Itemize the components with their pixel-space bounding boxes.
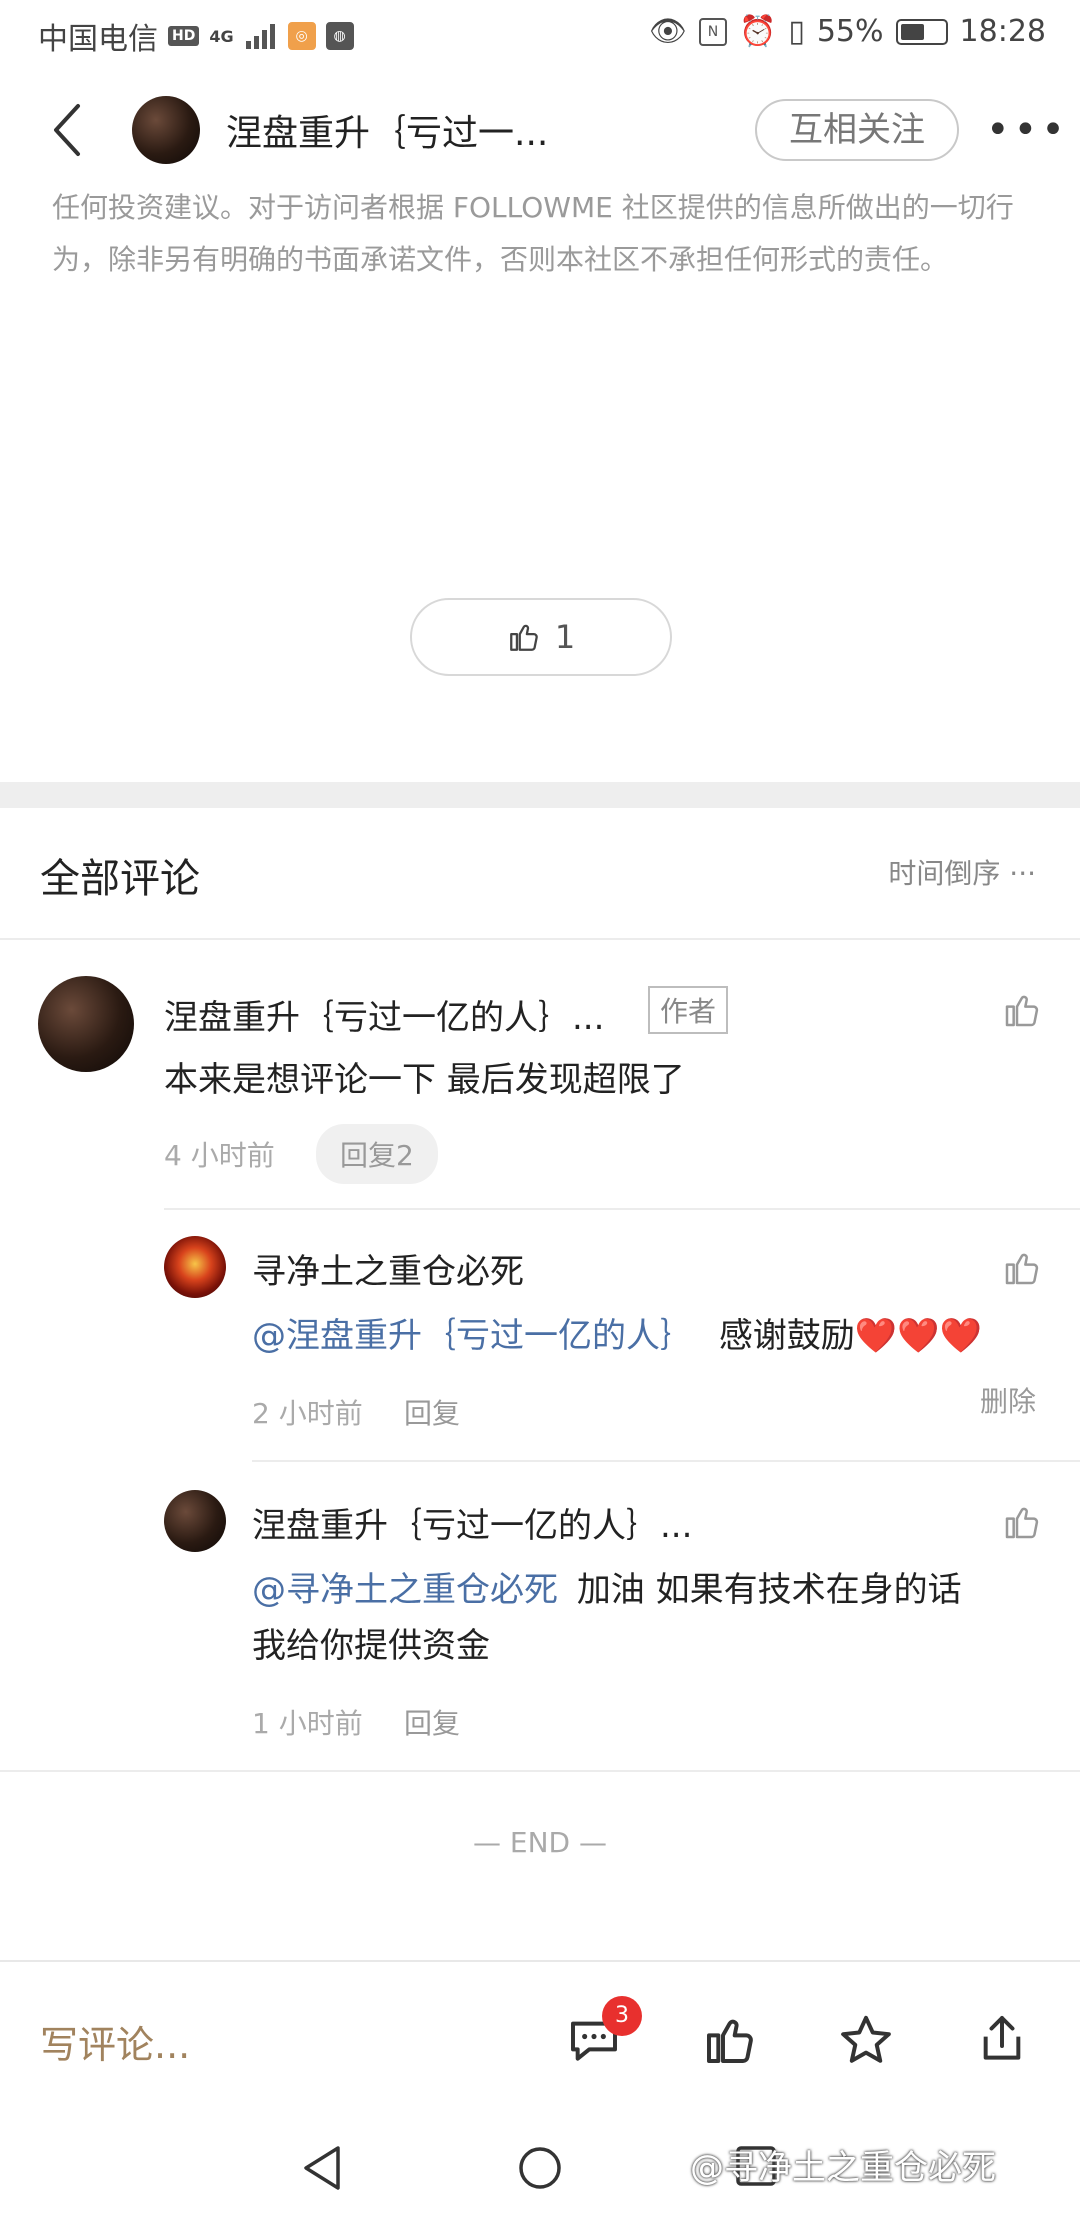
battery-icon (895, 18, 948, 45)
app-notification-icon: ◎ (287, 22, 316, 50)
mention-link[interactable]: @寻净土之重仓必死 (252, 1570, 558, 1610)
reply-time: 1 小时前 (252, 1707, 363, 1740)
page-title[interactable]: 涅盘重升｛亏过一... (226, 104, 548, 156)
reply-like-icon[interactable] (1002, 1502, 1042, 1542)
battery-level (900, 23, 924, 40)
end-marker: — END — (473, 1826, 607, 1859)
status-right: 👁 N ⏰ ▯ 55% 18:28 (649, 14, 1046, 49)
comment-avatar[interactable] (38, 976, 134, 1072)
reply-author[interactable]: 涅盘重升｛亏过一亿的人｝... (252, 1498, 692, 1547)
app-notification-icon-2: ◍ (325, 22, 354, 50)
reply-avatar[interactable] (164, 1490, 226, 1552)
carrier-label: 中国电信 (38, 22, 158, 57)
status-left: 中国电信 HD 4G ◎ ◍ (38, 14, 354, 58)
sort-selector[interactable]: 时间倒序 ··· (888, 852, 1036, 892)
like-count: 1 (554, 618, 576, 656)
more-options-icon[interactable]: ••• (986, 110, 1069, 150)
comment-like-icon[interactable] (1002, 990, 1042, 1030)
hd-icon: HD (168, 26, 200, 46)
reply-text-line2: 我给你提供资金 (252, 1626, 490, 1666)
back-arrow-icon[interactable] (48, 102, 88, 158)
star-icon[interactable] (838, 2012, 894, 2068)
reply-button[interactable]: 回复 (404, 1392, 460, 1432)
bottom-action-bar: 写评论... 3 (0, 1960, 1080, 2114)
article-like-button[interactable]: 1 (410, 598, 672, 676)
comment-count-badge: 3 (602, 1996, 642, 2036)
more-icon: ··· (1009, 857, 1036, 890)
reply-button[interactable]: 回复 (404, 1702, 460, 1742)
battery-percent: 55% (816, 14, 884, 49)
share-icon[interactable] (974, 2010, 1030, 2068)
reply-text: @寻净土之重仓必死 加油 如果有技术在身的话 (252, 1562, 962, 1618)
nfc-icon: N (698, 17, 727, 46)
nav-home-icon[interactable] (516, 2144, 564, 2192)
mention-link[interactable]: @涅盘重升｛亏过一亿的人｝ (252, 1316, 694, 1356)
comments-title: 全部评论 (40, 856, 200, 902)
write-comment-input[interactable]: 写评论... (40, 2014, 190, 2069)
top-app-bar: 涅盘重升｛亏过一... 互相关注 ••• (0, 64, 1080, 192)
divider (252, 1460, 1080, 1462)
watermark-text: @寻净土之重仓必死 (690, 2148, 996, 2188)
comment-text: 本来是想评论一下 最后发现超限了 (164, 1060, 685, 1100)
author-badge: 作者 (648, 986, 729, 1034)
avatar[interactable] (132, 96, 200, 164)
divider (164, 1208, 1080, 1210)
reply-author[interactable]: 寻净土之重仓必死 (252, 1244, 524, 1293)
eye-icon: 👁 (648, 14, 687, 49)
sort-label: 时间倒序 (888, 857, 1001, 890)
status-bar: 中国电信 HD 4G ◎ ◍ 👁 N ⏰ ▯ 55% 18:28 (0, 0, 1080, 64)
reply-like-icon[interactable] (1002, 1248, 1042, 1288)
reply-avatar[interactable] (164, 1236, 226, 1298)
signal-icon (245, 24, 275, 49)
nav-back-icon[interactable] (300, 2144, 344, 2192)
disclaimer-text: 任何投资建议。对于访问者根据 FOLLOWME 社区提供的信息所做出的一切行为，… (52, 191, 1014, 276)
thumbs-up-icon (509, 624, 538, 651)
section-divider (0, 782, 1080, 808)
reply-body: 感谢鼓励❤️❤️❤️ (718, 1316, 982, 1356)
comment-author[interactable]: 涅盘重升｛亏过一亿的人｝... (164, 990, 604, 1039)
reply-body: 加油 如果有技术在身的话 (576, 1570, 962, 1610)
reply-text: @涅盘重升｛亏过一亿的人｝ 感谢鼓励❤️❤️❤️ (252, 1308, 982, 1364)
reply-time: 2 小时前 (252, 1397, 363, 1430)
replies-button[interactable]: 回复2 (316, 1124, 438, 1184)
clock: 18:28 (959, 14, 1046, 49)
divider (0, 938, 1080, 940)
vibrate-icon: ▯ (788, 14, 805, 49)
follow-button[interactable]: 互相关注 (755, 99, 959, 161)
network-label: 4G (209, 26, 234, 46)
delete-button[interactable]: 删除 (980, 1380, 1036, 1420)
like-icon[interactable] (702, 2012, 758, 2068)
alarm-icon: ⏰ (738, 14, 777, 49)
comment-time: 4 小时前 (164, 1139, 275, 1172)
divider (0, 1770, 1080, 1772)
